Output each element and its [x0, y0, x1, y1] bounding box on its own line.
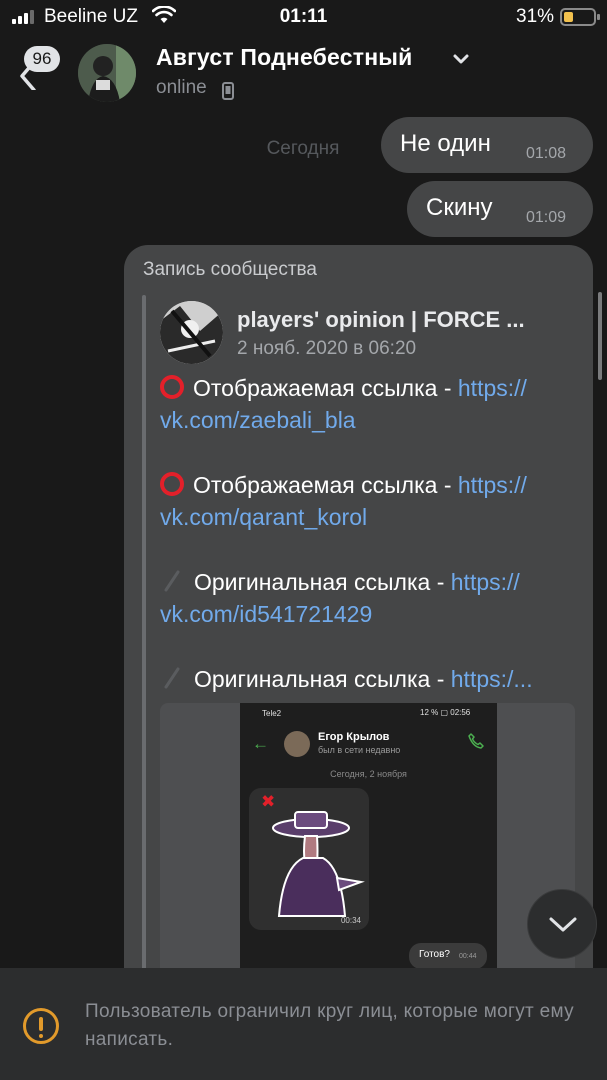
post-link[interactable]: https:// — [458, 375, 527, 401]
post-text-line: Оригинальная ссылка - https:// — [160, 566, 520, 598]
red-circle-emoji-icon — [160, 375, 184, 399]
community-avatar[interactable] — [160, 301, 223, 364]
message-text: Не один — [400, 130, 491, 157]
chevron-down-icon — [549, 917, 577, 932]
post-image[interactable]: Tele2 12 % ▢ 02:56 ← Егор Крылов был в с… — [160, 703, 575, 1005]
embedded-phone-call-icon — [468, 733, 484, 749]
post-link[interactable]: https:// — [451, 569, 520, 595]
scroll-down-button[interactable] — [527, 889, 597, 959]
embedded-sticker: ✖ 00:34 — [249, 788, 369, 930]
chevron-down-icon[interactable] — [452, 52, 470, 66]
post-label: Запись сообщества — [143, 259, 317, 280]
post-text: Оригинальная ссылка - — [194, 569, 451, 595]
post-text: Отображаемая ссылка - — [193, 375, 458, 401]
message-bubble[interactable]: Не один 01:08 — [381, 117, 593, 173]
embedded-avatar — [284, 731, 310, 757]
post-link[interactable]: https:// — [458, 472, 527, 498]
battery-percent: 31% — [516, 6, 555, 27]
post-text: Отображаемая ссылка - — [193, 472, 458, 498]
message-bubble[interactable]: Скину 01:09 — [407, 181, 593, 237]
embedded-carrier: Tele2 — [262, 709, 282, 718]
embedded-message: Готов? 00:44 — [409, 943, 487, 969]
embedded-date: Сегодня, 2 ноября — [330, 769, 407, 779]
slash-emoji-icon — [164, 667, 180, 689]
embedded-message-time: 00:44 — [459, 953, 477, 960]
contact-avatar[interactable] — [78, 44, 136, 102]
forwarded-community-post[interactable]: Запись сообщества players' opinion | FOR… — [124, 245, 593, 1005]
post-text-line: vk.com/qarant_korol — [160, 501, 367, 533]
post-link[interactable]: vk.com/id541721429 — [160, 601, 372, 627]
embedded-message-text: Готов? — [419, 949, 450, 960]
post-text-line: Оригинальная ссылка - https:/... — [160, 663, 533, 695]
embedded-status-right: 12 % ▢ 02:56 — [420, 708, 471, 717]
date-separator: Сегодня — [266, 138, 340, 159]
embedded-contact-name: Егор Крылов — [318, 731, 390, 743]
chat-header: 96 Август Поднебестный online — [0, 34, 607, 110]
embedded-back-arrow-icon: ← — [252, 734, 269, 753]
post-text-line: Отображаемая ссылка - https:// — [160, 372, 527, 404]
embedded-sticker-time: 00:34 — [340, 916, 361, 925]
community-name[interactable]: players' opinion | FORCE ... — [237, 307, 525, 333]
quote-bar — [142, 295, 146, 1005]
scrollbar[interactable] — [598, 292, 602, 380]
status-bar: Beeline UZ 01:11 31% — [0, 0, 607, 34]
battery-icon — [560, 8, 600, 26]
write-restriction-notice: Пользователь ограничил круг лиц, которые… — [0, 968, 607, 1080]
post-text-line: Отображаемая ссылка - https:// — [160, 469, 527, 501]
post-link[interactable]: vk.com/zaebali_bla — [160, 407, 356, 433]
contact-name[interactable]: Август Поднебестный — [156, 44, 412, 71]
post-text-line: vk.com/zaebali_bla — [160, 404, 356, 436]
post-date: 2 нояб. 2020 в 06:20 — [237, 338, 417, 359]
post-link[interactable]: https:/... — [451, 666, 533, 692]
red-circle-emoji-icon — [160, 472, 184, 496]
post-text: Оригинальная ссылка - — [194, 666, 451, 692]
unread-count-badge[interactable]: 96 — [24, 46, 60, 72]
warning-icon — [23, 1008, 59, 1044]
message-time: 01:09 — [526, 209, 567, 226]
embedded-phone-screenshot: Tele2 12 % ▢ 02:56 ← Егор Крылов был в с… — [240, 703, 497, 1005]
contact-status: online — [156, 77, 207, 98]
post-text-line: vk.com/id541721429 — [160, 598, 372, 630]
message-text: Скину — [426, 194, 493, 221]
message-time: 01:08 — [526, 145, 567, 162]
slash-emoji-icon — [164, 570, 180, 592]
post-link[interactable]: vk.com/qarant_korol — [160, 504, 367, 530]
embedded-contact-status: был в сети недавно — [318, 745, 401, 755]
plague-doctor-sticker-icon — [272, 811, 365, 917]
mobile-device-icon — [222, 82, 234, 100]
restriction-text: Пользователь ограничил круг лиц, которые… — [85, 1001, 574, 1050]
